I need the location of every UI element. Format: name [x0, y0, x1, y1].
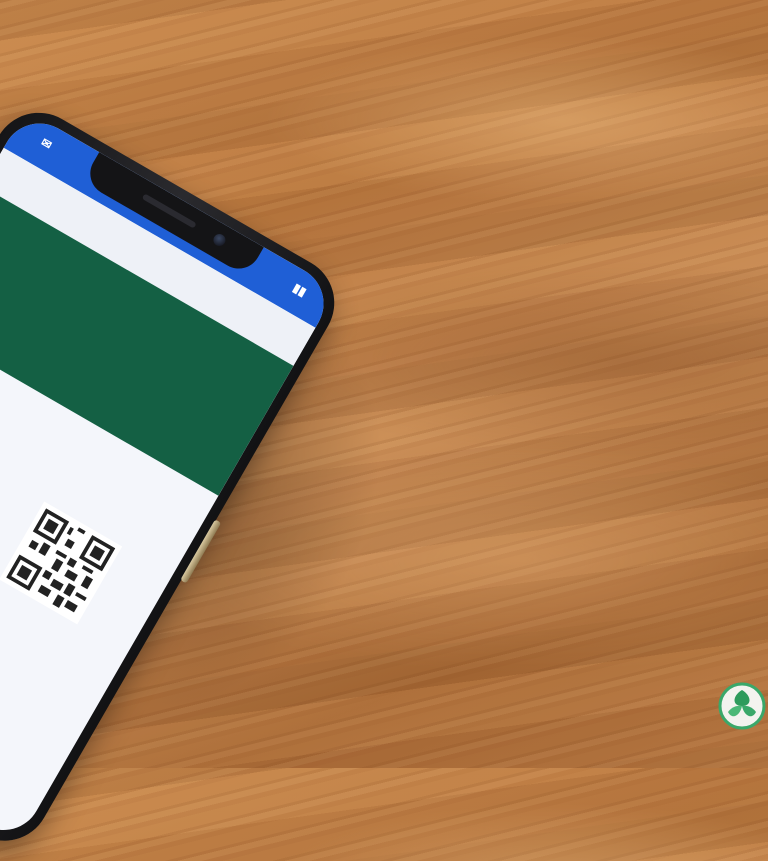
- camera-icon: [211, 231, 228, 249]
- mail-icon: ✉: [38, 135, 55, 153]
- leaf-logo-icon: [708, 676, 768, 736]
- qr-code-icon: [6, 508, 116, 618]
- qr-code[interactable]: [0, 501, 123, 625]
- battery-icon: ▮▮: [290, 280, 309, 300]
